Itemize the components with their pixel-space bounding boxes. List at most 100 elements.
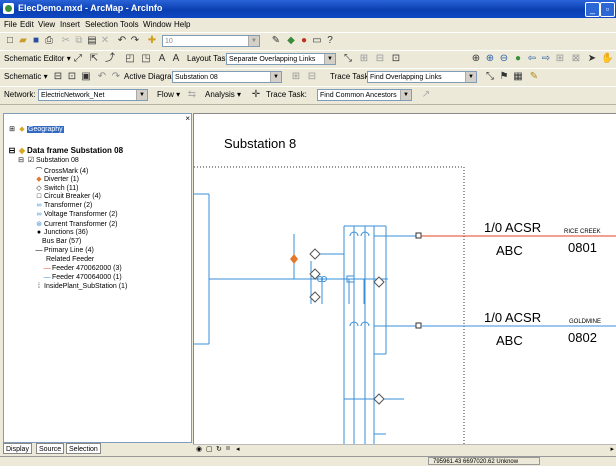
trace-settings-icon[interactable]: ▦: [512, 71, 524, 83]
undo-icon[interactable]: ↶: [116, 35, 128, 47]
schematic-menu[interactable]: Schematic ▾: [4, 72, 48, 81]
switch-icon[interactable]: [309, 248, 321, 260]
select-pointer-icon[interactable]: ➤: [586, 53, 598, 65]
zoom-in-icon[interactable]: ⊕: [484, 53, 496, 65]
new-document-icon[interactable]: □: [4, 35, 16, 47]
data-view-icon[interactable]: ◉: [196, 445, 202, 453]
rotate-icon[interactable]: ◳: [140, 53, 152, 65]
trace-tool-icon[interactable]: ✛: [250, 89, 262, 101]
menu-selection[interactable]: Selection: [85, 20, 118, 29]
reduce-node-icon[interactable]: ◰: [124, 53, 136, 65]
save-diagram-icon[interactable]: ▣: [80, 71, 92, 83]
arctoolbox-icon[interactable]: ◆: [285, 35, 297, 47]
toc-geography-layer[interactable]: ⊞ ◆ Geography: [7, 125, 64, 133]
clear-selection-icon[interactable]: ⊠: [570, 53, 582, 65]
pan-zoom-icon[interactable]: ⊕: [470, 53, 482, 65]
full-extent-icon[interactable]: ●: [512, 53, 524, 65]
menu-help[interactable]: Help: [174, 20, 190, 29]
select-features-icon[interactable]: ⊞: [554, 53, 566, 65]
schematic-editor-toolbar: Schematic Editor ▾ ⤢ ⇱ ⤴ ◰ ◳ A A Layout …: [0, 50, 616, 69]
map-scale-combo[interactable]: 10 ▼: [162, 35, 260, 47]
circuit-breaker-icon[interactable]: [415, 322, 422, 329]
edit-tool-icon[interactable]: ⤢: [72, 53, 84, 65]
layout-options-icon[interactable]: ⊟: [374, 53, 386, 65]
command-window-icon[interactable]: ▭: [311, 35, 323, 47]
paste-icon[interactable]: ▤: [86, 35, 98, 47]
toc-data-frame[interactable]: ⊟ ◆ Data frame Substation 08: [7, 146, 123, 155]
open-folder-icon[interactable]: ▰: [17, 35, 29, 47]
add-data-icon[interactable]: ✚: [146, 35, 158, 47]
apply-layout-icon[interactable]: ⤡: [342, 53, 354, 65]
save-icon[interactable]: ■: [30, 35, 42, 47]
analysis-menu[interactable]: Analysis ▾: [205, 90, 241, 99]
feeder-1-conductor: 1/0 ACSR: [484, 220, 541, 235]
flow-menu[interactable]: Flow ▾: [157, 90, 180, 99]
expand-icon[interactable]: ⊞: [7, 125, 17, 133]
restore-button[interactable]: ▫: [600, 2, 615, 17]
menu-view[interactable]: View: [38, 20, 55, 29]
diagram-properties-icon[interactable]: ⊟: [306, 71, 318, 83]
menu-edit[interactable]: Edit: [20, 20, 34, 29]
print-icon[interactable]: ⎙: [43, 35, 55, 47]
tab-source[interactable]: Source: [36, 443, 65, 454]
active-diagram-combo[interactable]: Substation 08 ▼: [172, 71, 282, 83]
diverter-symbol[interactable]: [290, 254, 298, 264]
propagate-icon[interactable]: ⊡: [390, 53, 402, 65]
checkbox-checked-icon[interactable]: ☑: [26, 156, 36, 164]
tab-selection[interactable]: Selection: [66, 443, 101, 454]
toc-legend-item: ● Junctions (36): [34, 229, 88, 236]
redo-icon[interactable]: ↷: [129, 35, 141, 47]
pan-hand-icon[interactable]: ✋: [601, 53, 613, 65]
schematic-redo-icon[interactable]: ↷: [110, 71, 122, 83]
menu-insert[interactable]: Insert: [60, 20, 80, 29]
trace-run-icon[interactable]: ⚑: [498, 71, 510, 83]
map-horizontal-scrollbar[interactable]: ◉ ▢ ↻ ıı ◂ ▸: [193, 444, 616, 456]
close-icon[interactable]: ×: [185, 114, 190, 123]
move-tool-icon[interactable]: ⇱: [88, 53, 100, 65]
pause-icon[interactable]: ıı: [226, 445, 230, 452]
trace-flag-icon[interactable]: ⤡: [484, 71, 496, 83]
solve-icon[interactable]: ↗: [420, 89, 432, 101]
menu-file[interactable]: File: [4, 20, 17, 29]
network-combo[interactable]: ElectricNetwork_Net ▼: [38, 89, 148, 101]
scroll-left-icon[interactable]: ◂: [236, 445, 240, 453]
layout-properties-icon[interactable]: ⊞: [358, 53, 370, 65]
generate-diagram-icon[interactable]: ⊟: [52, 71, 64, 83]
schematic-diagram[interactable]: Substation 8 1/0 ACSR ABC RICE CREEK 080…: [194, 114, 616, 445]
forward-extent-icon[interactable]: ⇨: [540, 53, 552, 65]
open-diagram-icon[interactable]: ⊡: [66, 71, 78, 83]
layout-view-icon[interactable]: ▢: [206, 445, 213, 453]
layout-task-combo[interactable]: Separate Overlapping Links ▼: [226, 53, 336, 65]
copy-icon[interactable]: ⧉: [73, 35, 85, 47]
vertex-tool-icon[interactable]: ⤴: [104, 53, 116, 65]
map-view[interactable]: Substation 8 1/0 ACSR ABC RICE CREEK 080…: [193, 113, 616, 445]
flow-arrows-icon[interactable]: ⇆: [186, 89, 198, 101]
trace-edit-icon[interactable]: ✎: [528, 71, 540, 83]
scroll-right-icon[interactable]: ▸: [610, 445, 614, 453]
minimize-button[interactable]: _: [585, 2, 600, 17]
cut-icon[interactable]: ✂: [60, 35, 72, 47]
update-diagram-icon[interactable]: ⊞: [290, 71, 302, 83]
refresh-icon[interactable]: ↻: [216, 445, 222, 453]
editor-toolbar-icon[interactable]: ✎: [270, 35, 282, 47]
delete-icon[interactable]: ✕: [99, 35, 111, 47]
switch-icon[interactable]: [373, 393, 385, 405]
arccatalog-icon[interactable]: ●: [298, 35, 310, 47]
menu-window[interactable]: Window: [143, 20, 171, 29]
network-trace-task-combo[interactable]: Find Common Ancestors ▼: [317, 89, 412, 101]
schematic-undo-icon[interactable]: ↶: [96, 71, 108, 83]
circuit-breaker-icon[interactable]: [415, 232, 422, 239]
toc-substation-layer[interactable]: ⊟ ☑ Substation 08: [16, 156, 79, 164]
zoom-out-icon[interactable]: ⊖: [498, 53, 510, 65]
tab-display[interactable]: Display: [3, 443, 32, 454]
align-text-icon[interactable]: A: [170, 53, 182, 65]
collapse-icon[interactable]: ⊟: [7, 146, 17, 155]
schematic-editor-menu[interactable]: Schematic Editor ▾: [4, 54, 71, 63]
whats-this-icon[interactable]: ?: [324, 35, 336, 47]
schematic-trace-task-combo[interactable]: Find Overlapping Links ▼: [367, 71, 477, 83]
align-icon[interactable]: A: [156, 53, 168, 65]
back-extent-icon[interactable]: ⇦: [526, 53, 538, 65]
collapse-icon[interactable]: ⊟: [16, 156, 26, 164]
menu-tools[interactable]: Tools: [120, 20, 139, 29]
toc-legend-item: ◇ Switch (11): [34, 184, 78, 192]
